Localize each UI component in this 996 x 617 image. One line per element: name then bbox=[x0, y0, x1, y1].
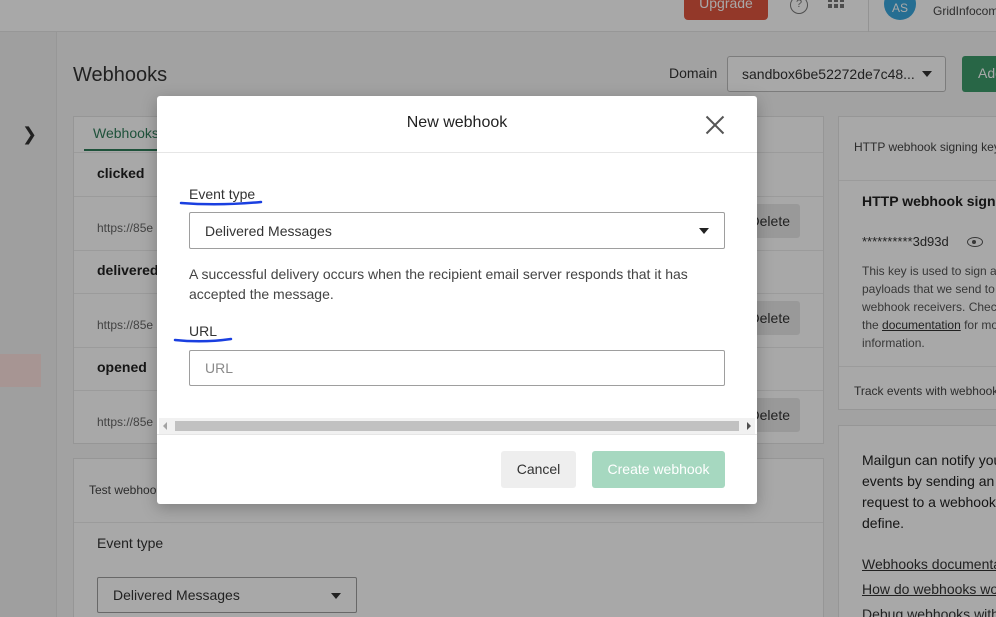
close-icon[interactable] bbox=[704, 114, 726, 136]
scroll-right-arrow-icon[interactable] bbox=[747, 422, 751, 430]
modal-header-divider bbox=[157, 152, 757, 153]
url-input[interactable] bbox=[189, 350, 725, 386]
cancel-button[interactable]: Cancel bbox=[501, 451, 576, 488]
annotation-underline bbox=[173, 337, 233, 343]
event-type-description: A successful delivery occurs when the re… bbox=[189, 266, 688, 302]
new-webhook-modal: New webhook Event type Delivered Message… bbox=[157, 96, 757, 504]
create-webhook-button[interactable]: Create webhook bbox=[592, 451, 725, 488]
modal-title: New webhook bbox=[406, 114, 508, 131]
annotation-underline bbox=[179, 200, 263, 206]
event-type-value: Delivered Messages bbox=[205, 223, 332, 239]
event-type-select[interactable]: Delivered Messages bbox=[189, 212, 725, 249]
caret-down-icon bbox=[699, 228, 709, 234]
scroll-left-arrow-icon[interactable] bbox=[163, 422, 167, 430]
modal-footer-divider bbox=[157, 434, 757, 435]
scrollbar-thumb[interactable] bbox=[175, 421, 739, 431]
horizontal-scrollbar[interactable] bbox=[159, 418, 755, 434]
